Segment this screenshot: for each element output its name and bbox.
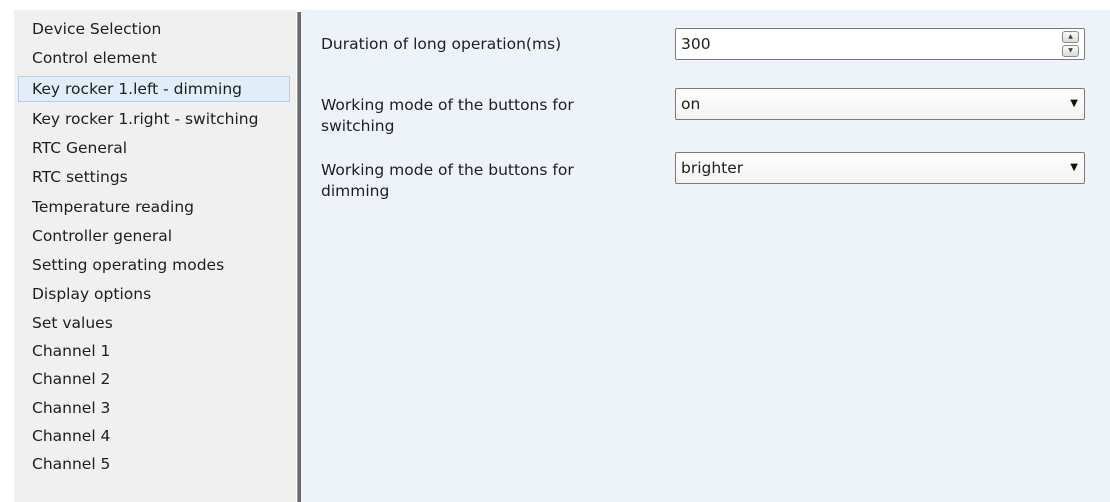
- nav-item-channel-2[interactable]: Channel 2: [18, 366, 290, 392]
- nav-item-set-values[interactable]: Set values: [18, 310, 290, 336]
- parameter-content-panel: Duration of long operation(ms) 300 ▲ ▼ W…: [301, 10, 1110, 502]
- nav-item-device-selection[interactable]: Device Selection: [18, 16, 290, 42]
- spin-up-icon[interactable]: ▲: [1062, 31, 1079, 43]
- dimming-mode-label: Working mode of the buttons for dimming: [321, 161, 574, 200]
- long-operation-spinbox[interactable]: 300 ▲ ▼: [675, 28, 1085, 60]
- long-operation-value: 300: [681, 35, 711, 53]
- switching-mode-value: on: [681, 95, 701, 113]
- nav-item-channel-4[interactable]: Channel 4: [18, 423, 290, 449]
- nav-item-channel-5[interactable]: Channel 5: [18, 451, 290, 477]
- nav-item-rtc-settings[interactable]: RTC settings: [18, 164, 290, 190]
- nav-item-setting-operating-modes[interactable]: Setting operating modes: [18, 252, 290, 278]
- nav-item-temperature-reading[interactable]: Temperature reading: [18, 194, 290, 220]
- dimming-mode-value: brighter: [681, 159, 744, 177]
- dimming-mode-dropdown[interactable]: brighter ▼: [675, 152, 1085, 184]
- spin-down-icon[interactable]: ▼: [1062, 45, 1079, 57]
- parameter-window: Device Selection Control element Key roc…: [0, 0, 1110, 502]
- switching-mode-dropdown[interactable]: on ▼: [675, 88, 1085, 120]
- nav-item-rtc-general[interactable]: RTC General: [18, 135, 290, 161]
- nav-item-key-rocker-right-switching[interactable]: Key rocker 1.right - switching: [18, 106, 290, 132]
- nav-item-channel-1[interactable]: Channel 1: [18, 338, 290, 364]
- parameter-page-list: Device Selection Control element Key roc…: [14, 10, 296, 502]
- nav-item-control-element[interactable]: Control element: [18, 45, 290, 71]
- nav-item-channel-3[interactable]: Channel 3: [18, 395, 290, 421]
- nav-item-display-options[interactable]: Display options: [18, 281, 290, 307]
- nav-item-controller-general[interactable]: Controller general: [18, 223, 290, 249]
- long-operation-label: Duration of long operation(ms): [321, 35, 562, 53]
- spin-buttons: ▲ ▼: [1062, 31, 1080, 57]
- switching-mode-label: Working mode of the buttons for switchin…: [321, 96, 574, 135]
- chevron-down-icon[interactable]: ▼: [1070, 89, 1078, 119]
- nav-item-key-rocker-left-dimming[interactable]: Key rocker 1.left - dimming: [18, 76, 290, 102]
- chevron-down-icon[interactable]: ▼: [1070, 153, 1078, 183]
